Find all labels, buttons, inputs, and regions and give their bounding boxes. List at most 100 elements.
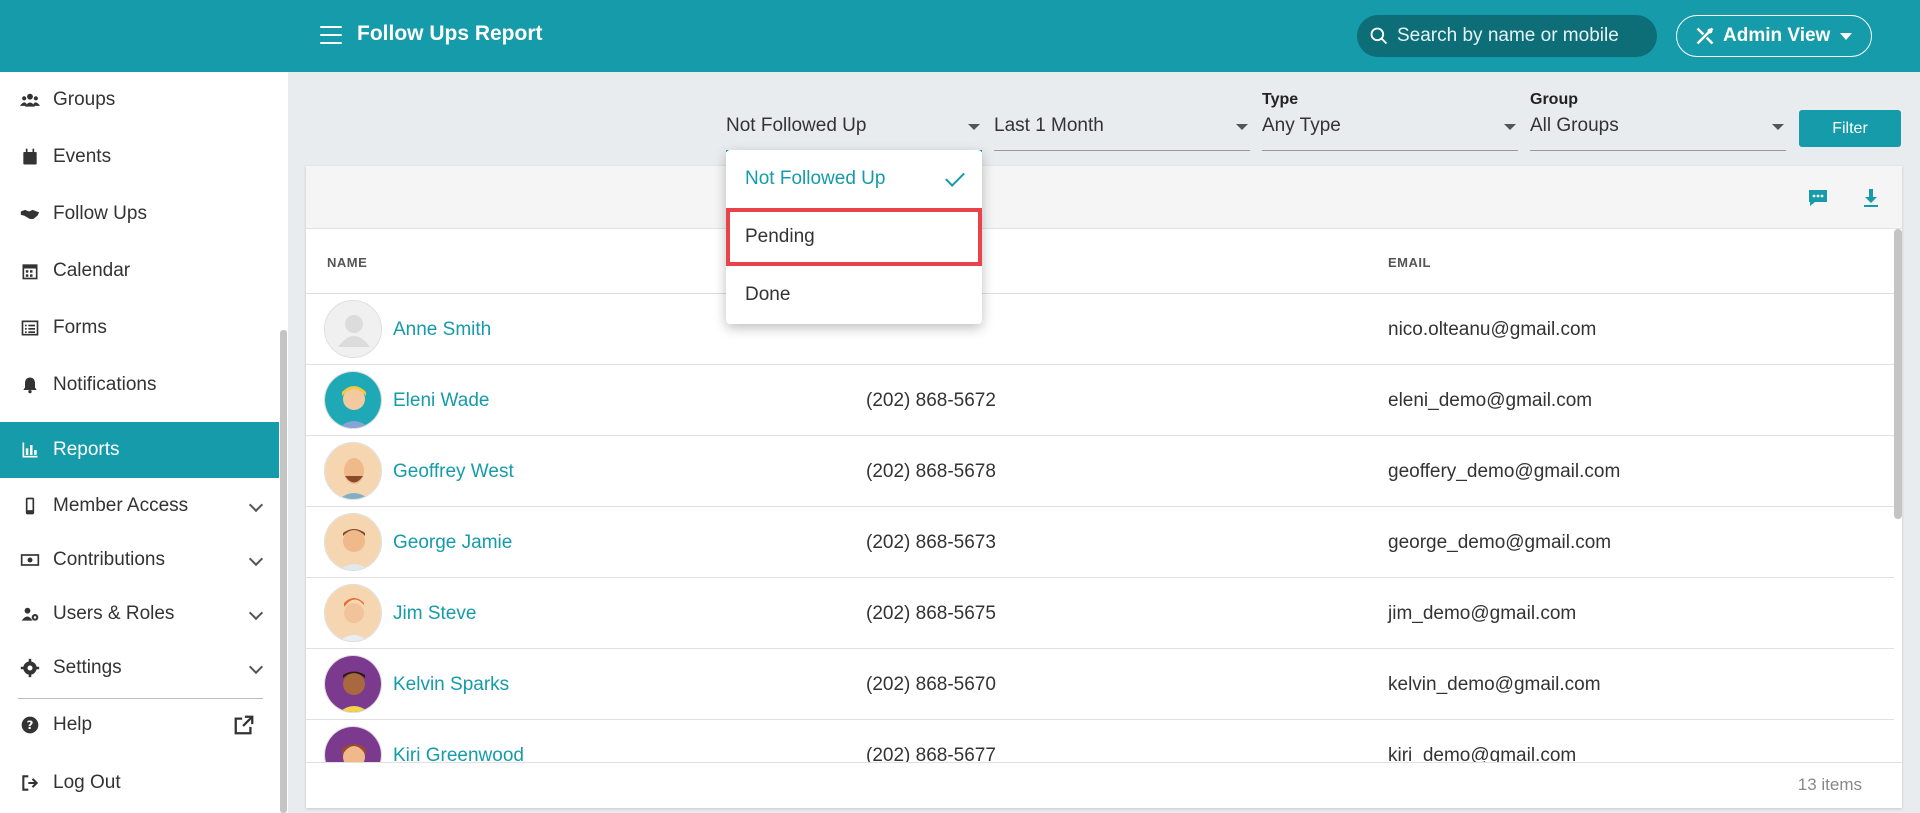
sidebar-item-settings[interactable]: Settings	[0, 640, 279, 696]
avatar	[324, 371, 382, 429]
avatar-placeholder	[324, 300, 382, 358]
table-row[interactable]: George Jamie (202) 868-5673 george_demo@…	[306, 507, 1894, 578]
download-icon[interactable]	[1859, 186, 1883, 210]
person-email: kelvin_demo@gmail.com	[1388, 674, 1601, 695]
group-filter-select[interactable]: Group All Groups	[1530, 88, 1786, 152]
avatar	[324, 513, 382, 571]
group-filter-label: Group	[1530, 91, 1578, 108]
person-email: george_demo@gmail.com	[1388, 532, 1612, 553]
filter-button[interactable]: Filter	[1799, 110, 1901, 147]
gear-icon	[18, 656, 42, 680]
caret-down-icon	[1236, 124, 1248, 130]
dropdown-option-label: Not Followed Up	[745, 168, 886, 189]
avatar	[324, 655, 382, 713]
person-name-link[interactable]: George Jamie	[393, 532, 512, 554]
admin-view-button[interactable]: Admin View	[1676, 15, 1872, 57]
type-filter-label: Type	[1262, 91, 1299, 108]
group-filter-value: All Groups	[1530, 115, 1619, 136]
chevron-down-icon	[248, 605, 264, 621]
search-input[interactable]	[1397, 25, 1637, 47]
menu-icon[interactable]	[320, 26, 342, 44]
comment-icon[interactable]	[1806, 186, 1830, 210]
sidebar-item-label: Notifications	[53, 374, 157, 395]
sidebar-item-label: Settings	[53, 657, 122, 678]
dropdown-option-label: Done	[745, 284, 791, 305]
sidebar-scrollbar[interactable]	[280, 330, 287, 813]
calendar-icon	[18, 259, 42, 283]
sidebar: Groups Events Follow Ups Calendar Forms …	[0, 72, 288, 813]
sidebar-item-groups[interactable]: Groups	[0, 72, 279, 128]
status-filter-select[interactable]: Not Followed Up	[726, 88, 982, 152]
person-name-link[interactable]: Geoffrey West	[393, 461, 514, 483]
sidebar-item-label: Reports	[53, 439, 120, 460]
person-phone: (202) 868-5675	[866, 603, 996, 624]
group-filter-underline	[1530, 150, 1786, 151]
person-email: nico.olteanu@gmail.com	[1388, 319, 1597, 340]
period-filter-underline	[994, 150, 1250, 151]
check-icon	[945, 167, 965, 187]
dropdown-option-pending[interactable]: Pending	[726, 208, 982, 266]
search-icon	[1370, 27, 1388, 45]
person-name-link[interactable]: Jim Steve	[393, 603, 476, 625]
sidebar-item-help[interactable]: ? Help	[0, 697, 279, 753]
svg-text:?: ?	[27, 718, 34, 732]
table-row[interactable]: Geoffrey West (202) 868-5678 geoffery_de…	[306, 436, 1894, 507]
sign-out-icon	[18, 771, 42, 795]
table-row[interactable]: Eleni Wade (202) 868-5672 eleni_demo@gma…	[306, 365, 1894, 436]
list-icon	[18, 316, 42, 340]
item-count: 13 items	[1797, 775, 1862, 794]
person-phone: (202) 868-5672	[866, 390, 996, 411]
sidebar-item-label: Follow Ups	[53, 203, 147, 224]
person-phone: (202) 868-5678	[866, 461, 996, 482]
admin-view-label: Admin View	[1723, 25, 1831, 46]
sidebar-item-contributions[interactable]: Contributions	[0, 532, 279, 588]
chevron-down-icon	[248, 551, 264, 567]
external-link-icon	[233, 714, 255, 741]
search-box[interactable]	[1357, 15, 1657, 57]
person-name-link[interactable]: Kelvin Sparks	[393, 674, 509, 696]
mobile-icon	[18, 494, 42, 518]
dropdown-option-not-followed-up[interactable]: Not Followed Up	[726, 150, 982, 208]
column-header-name[interactable]: NAME	[327, 255, 367, 270]
sidebar-item-label: Member Access	[53, 495, 189, 516]
table-scrollbar[interactable]	[1894, 229, 1902, 519]
sidebar-item-label: Users & Roles	[53, 603, 175, 624]
report-card: NAME EMAIL Anne Smith nico.olteanu@gmail…	[306, 166, 1902, 808]
chevron-down-icon	[248, 659, 264, 675]
caret-down-icon	[1504, 124, 1516, 130]
table-footer: 13 items	[306, 762, 1902, 808]
status-dropdown-menu: Not Followed Up Pending Done	[726, 150, 982, 324]
period-filter-select[interactable]: Last 1 Month	[994, 88, 1250, 152]
caret-down-icon	[1772, 124, 1784, 130]
users-icon	[18, 88, 42, 112]
card-toolbar	[306, 166, 1902, 229]
sidebar-item-follow-ups[interactable]: Follow Ups	[0, 186, 279, 242]
column-header-email[interactable]: EMAIL	[1388, 255, 1431, 270]
type-filter-value: Any Type	[1262, 115, 1341, 136]
sidebar-item-member-access[interactable]: Member Access	[0, 478, 279, 534]
sidebar-item-events[interactable]: Events	[0, 129, 279, 185]
money-icon	[18, 548, 42, 572]
sidebar-item-calendar[interactable]: Calendar	[0, 243, 279, 299]
person-name-link[interactable]: Eleni Wade	[393, 390, 489, 412]
sidebar-item-log-out[interactable]: Log Out	[0, 755, 279, 811]
question-circle-icon: ?	[18, 713, 42, 737]
sidebar-item-users-roles[interactable]: Users & Roles	[0, 586, 279, 642]
users-cog-icon	[18, 602, 42, 626]
sidebar-item-reports[interactable]: Reports	[0, 422, 279, 478]
table-row[interactable]: Anne Smith nico.olteanu@gmail.com	[306, 294, 1894, 365]
tools-icon	[1696, 27, 1714, 45]
person-phone: (202) 868-5670	[866, 674, 996, 695]
sidebar-item-forms[interactable]: Forms	[0, 300, 279, 356]
table-row[interactable]: Jim Steve (202) 868-5675 jim_demo@gmail.…	[306, 578, 1894, 649]
type-filter-underline	[1262, 150, 1518, 151]
top-bar: Follow Ups Report Admin View	[0, 0, 1920, 72]
bell-icon	[18, 373, 42, 397]
person-name-link[interactable]: Anne Smith	[393, 319, 491, 341]
type-filter-select[interactable]: Type Any Type	[1262, 88, 1518, 152]
table-row[interactable]: Kelvin Sparks (202) 868-5670 kelvin_demo…	[306, 649, 1894, 720]
sidebar-item-label: Help	[53, 714, 93, 735]
sidebar-item-notifications[interactable]: Notifications	[0, 357, 279, 413]
chart-bar-icon	[18, 438, 42, 462]
dropdown-option-done[interactable]: Done	[726, 266, 982, 324]
